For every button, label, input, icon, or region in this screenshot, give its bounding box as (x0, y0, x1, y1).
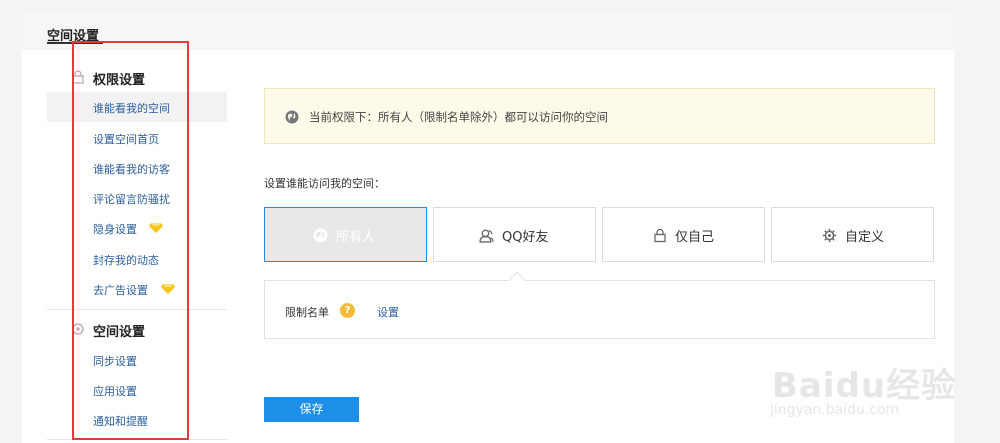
option-only-me[interactable]: 仅自己 (602, 207, 765, 262)
sidebar-item-archive[interactable]: 封存我的动态 (47, 244, 227, 274)
option-everyone[interactable]: 所有人 (264, 207, 427, 262)
title-underline (47, 42, 103, 44)
sidebar-item-anti-harass[interactable]: 评论留言防骚扰 (47, 183, 227, 213)
settings-cycle-icon (72, 323, 84, 335)
save-button[interactable]: 保存 (264, 397, 359, 422)
sidebar-item-notifications[interactable]: 通知和提醒 (47, 405, 227, 435)
restriction-list-label: 限制名单 (285, 306, 329, 319)
lock-icon (72, 70, 84, 84)
sidebar-section-permissions: 权限设置 (47, 62, 227, 92)
sidebar-item-invisible[interactable]: 隐身设置 (47, 213, 227, 243)
option-label: 仅自己 (675, 230, 715, 245)
diamond-icon (161, 284, 175, 294)
option-label: QQ好友 (502, 230, 549, 245)
globe-icon (313, 228, 328, 243)
sidebar-item-label: 应用设置 (93, 385, 137, 398)
page-right-gutter (954, 0, 1000, 443)
sidebar: 权限设置 谁能看我的空间 设置空间首页 谁能看我的访客 评论留言防骚扰 隐身设置… (47, 50, 227, 443)
sidebar-item-homepage[interactable]: 设置空间首页 (47, 123, 227, 153)
sidebar-section-label: 权限设置 (93, 73, 146, 88)
restriction-settings-link[interactable]: 设置 (377, 304, 399, 320)
sidebar-item-who-can-view[interactable]: 谁能看我的空间 (47, 92, 227, 122)
sidebar-item-label: 谁能看我的空间 (93, 102, 170, 115)
globe-icon (285, 110, 299, 124)
option-qq-friends[interactable]: QQ好友 (433, 207, 596, 262)
panel-header: 空间设置 (22, 13, 954, 50)
sidebar-divider (47, 309, 227, 310)
gear-icon (822, 228, 837, 243)
sidebar-item-label: 谁能看我的访客 (93, 163, 170, 176)
sidebar-item-label: 通知和提醒 (93, 415, 148, 428)
sidebar-divider (47, 439, 227, 440)
option-custom[interactable]: 自定义 (771, 207, 934, 262)
notice-text: 当前权限下：所有人（限制名单除外）都可以访问你的空间 (309, 110, 608, 124)
access-setting-label: 设置谁能访问我的空间： (264, 177, 385, 190)
lock-icon (654, 228, 666, 243)
help-icon[interactable]: ? (340, 303, 355, 318)
sidebar-section-label: 空间设置 (93, 325, 146, 340)
sidebar-section-space: 空间设置 (47, 314, 227, 344)
sidebar-item-label: 去广告设置 (93, 284, 148, 297)
friends-icon (479, 229, 494, 243)
sidebar-item-visitors[interactable]: 谁能看我的访客 (47, 153, 227, 183)
restriction-list-box: 限制名单 ? 设置 (264, 271, 935, 339)
option-label: 自定义 (845, 230, 885, 245)
sidebar-item-label: 隐身设置 (93, 223, 137, 236)
sidebar-item-label: 封存我的动态 (93, 254, 159, 267)
sidebar-item-label: 评论留言防骚扰 (93, 193, 170, 206)
sidebar-item-remove-ads[interactable]: 去广告设置 (47, 274, 227, 304)
sidebar-item-sync[interactable]: 同步设置 (47, 345, 227, 375)
sidebar-item-label: 设置空间首页 (93, 133, 159, 146)
sidebar-item-label: 同步设置 (93, 355, 137, 368)
sidebar-item-apps[interactable]: 应用设置 (47, 375, 227, 405)
permission-notice: 当前权限下：所有人（限制名单除外）都可以访问你的空间 (264, 88, 935, 144)
diamond-icon (149, 223, 163, 233)
option-label: 所有人 (336, 230, 376, 245)
